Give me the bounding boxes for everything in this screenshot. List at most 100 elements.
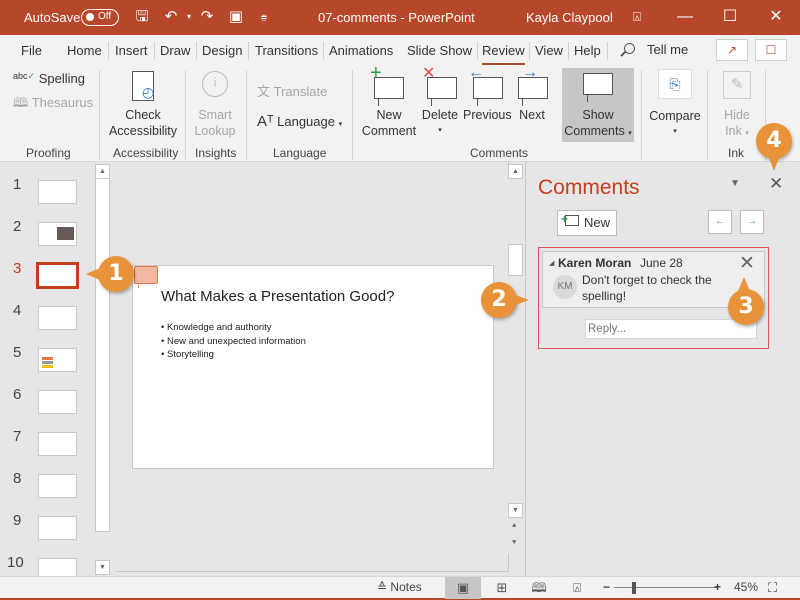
spelling-button[interactable]: abc✓ Spelling bbox=[13, 71, 85, 86]
new-comment-button[interactable]: + New Comment bbox=[359, 63, 419, 139]
zoom-level[interactable]: 45% bbox=[734, 580, 758, 594]
hide-ink-label-2: Ink bbox=[725, 124, 742, 138]
slide-thumbnail[interactable] bbox=[38, 348, 77, 372]
slide-thumbnail[interactable] bbox=[38, 222, 77, 246]
new-comment-pane-button[interactable]: New bbox=[557, 207, 617, 236]
tab-help[interactable]: Help bbox=[574, 43, 601, 58]
next-comment-pane-button[interactable]: → bbox=[740, 210, 764, 234]
slide-thumbnail[interactable] bbox=[38, 390, 77, 414]
zoom-out-button[interactable]: − bbox=[603, 580, 610, 594]
tab-review[interactable]: Review bbox=[482, 43, 525, 66]
compare-button[interactable]: ⎘ Compare ▾ bbox=[647, 69, 703, 140]
tab-transitions[interactable]: Transitions bbox=[255, 43, 318, 58]
reading-view-button[interactable]: 🕮 bbox=[521, 577, 557, 599]
redo-icon[interactable]: ↷ bbox=[198, 8, 216, 26]
group-label-accessibility: Accessibility bbox=[113, 146, 179, 160]
ribbon-display-options-icon[interactable]: ⍓ bbox=[622, 5, 652, 29]
tab-divider bbox=[196, 42, 197, 60]
customize-qat-icon[interactable]: ⩷ bbox=[255, 8, 273, 26]
slide-sorter-button[interactable]: ⊞ bbox=[484, 577, 520, 599]
fit-to-window-icon[interactable]: ⛶ bbox=[768, 580, 777, 596]
tab-animations[interactable]: Animations bbox=[329, 43, 393, 58]
tab-slide-show[interactable]: Slide Show bbox=[407, 43, 472, 58]
scrollbar-thumb[interactable] bbox=[95, 178, 110, 532]
tab-draw[interactable]: Draw bbox=[160, 43, 190, 58]
tab-design[interactable]: Design bbox=[202, 43, 242, 58]
comment-marker-icon[interactable] bbox=[134, 266, 158, 288]
collapse-thread-icon[interactable]: ◢ bbox=[549, 259, 554, 267]
hide-ink-button[interactable]: ✎ Hide Ink ▾ bbox=[714, 71, 760, 142]
slideshow-view-button[interactable]: ⍓ bbox=[559, 577, 595, 599]
tab-insert[interactable]: Insert bbox=[115, 43, 148, 58]
scroll-down-arrow[interactable]: ▼ bbox=[95, 560, 110, 575]
previous-slide-icon[interactable]: ⯅ bbox=[511, 521, 517, 531]
smart-lookup-button[interactable]: i Smart Lookup bbox=[190, 71, 240, 139]
tab-file[interactable]: File bbox=[21, 43, 42, 58]
check-accessibility-button[interactable]: ◴ Check Accessibility bbox=[107, 71, 179, 139]
slide-bullet-list[interactable]: Knowledge and authority New and unexpect… bbox=[161, 321, 306, 362]
translate-button[interactable]: 文 Translate bbox=[257, 81, 327, 100]
zoom-slider-thumb[interactable] bbox=[632, 582, 636, 594]
thumb-number: 1 bbox=[13, 176, 22, 193]
minimize-button[interactable]: — bbox=[670, 5, 700, 29]
start-slideshow-icon[interactable]: ▣ bbox=[227, 8, 245, 26]
language-button[interactable]: Aᵀ Language ▾ bbox=[257, 113, 342, 130]
normal-view-button[interactable]: ▣ bbox=[445, 577, 481, 599]
slide-canvas[interactable]: What Makes a Presentation Good? Knowledg… bbox=[132, 265, 494, 469]
zoom-in-button[interactable]: + bbox=[714, 580, 721, 594]
user-name[interactable]: Kayla Claypool bbox=[526, 10, 613, 25]
tab-divider bbox=[568, 42, 569, 60]
scroll-up-arrow[interactable]: ▲ bbox=[95, 164, 110, 179]
scroll-up-arrow[interactable]: ▲ bbox=[508, 164, 523, 179]
comments-pane: Comments ▼ ✕ New ← → ◢ Karen Moran June … bbox=[525, 162, 797, 576]
undo-icon[interactable]: ↶ bbox=[162, 8, 180, 26]
show-comments-button[interactable]: Show Comments ▾ bbox=[562, 71, 634, 142]
show-comments-label-1: Show bbox=[582, 108, 614, 122]
scroll-down-arrow[interactable]: ▼ bbox=[508, 503, 523, 518]
save-icon[interactable]: 🖫 bbox=[133, 8, 151, 26]
thumbnails-scrollbar[interactable]: ▲ ▼ bbox=[95, 164, 110, 575]
undo-dropdown-icon[interactable]: ▾ bbox=[180, 8, 198, 26]
zoom-slider[interactable] bbox=[614, 587, 718, 588]
tab-divider bbox=[108, 42, 109, 60]
pane-options-icon[interactable]: ▼ bbox=[730, 178, 740, 189]
slide-thumbnail[interactable] bbox=[38, 432, 77, 456]
maximize-button[interactable]: ☐ bbox=[715, 5, 745, 29]
search-icon bbox=[624, 43, 635, 54]
scrollbar-thumb[interactable] bbox=[508, 244, 523, 276]
slide-thumbnail-active[interactable] bbox=[36, 262, 79, 289]
chevron-down-icon: ▾ bbox=[628, 130, 632, 137]
new-label: New bbox=[584, 215, 611, 230]
thumb-number: 7 bbox=[13, 428, 22, 445]
spelling-label: Spelling bbox=[38, 71, 85, 86]
slide-thumbnail[interactable] bbox=[38, 516, 77, 540]
slide-thumbnail[interactable] bbox=[38, 558, 77, 576]
delete-comment-icon[interactable]: ✕ bbox=[739, 252, 755, 275]
slide-title[interactable]: What Makes a Presentation Good? bbox=[161, 288, 394, 305]
tab-view[interactable]: View bbox=[535, 43, 563, 58]
close-pane-icon[interactable]: ✕ bbox=[769, 174, 783, 194]
comments-toggle-button[interactable]: ☐ bbox=[755, 39, 787, 61]
tell-me-search[interactable]: Tell me bbox=[624, 42, 688, 57]
tab-divider bbox=[323, 42, 324, 60]
close-window-button[interactable]: ✕ bbox=[761, 5, 791, 29]
previous-comment-button[interactable]: ← Previous bbox=[463, 65, 512, 123]
previous-comment-pane-button[interactable]: ← bbox=[708, 210, 732, 234]
avatar: KM bbox=[553, 275, 577, 299]
slide-scrollbar[interactable]: ▲ ▼ ⯅ ⯆ bbox=[508, 164, 523, 554]
thumb-number: 5 bbox=[13, 344, 22, 361]
reply-input[interactable]: Reply... bbox=[585, 319, 757, 339]
autosave-toggle[interactable]: Off bbox=[81, 9, 119, 26]
slide-thumbnail[interactable] bbox=[38, 306, 77, 330]
group-divider bbox=[185, 70, 186, 160]
thesaurus-button[interactable]: 🕮 Thesaurus bbox=[13, 94, 93, 116]
notes-button[interactable]: ≙ Notes bbox=[377, 580, 422, 594]
slide-thumbnail[interactable] bbox=[38, 180, 77, 204]
group-label-ink: Ink bbox=[728, 146, 745, 160]
next-slide-icon[interactable]: ⯆ bbox=[511, 538, 517, 548]
next-comment-button[interactable]: → Next bbox=[514, 65, 550, 123]
slide-thumbnail[interactable] bbox=[38, 474, 77, 498]
share-button[interactable]: ↗ bbox=[716, 39, 748, 61]
tab-home[interactable]: Home bbox=[67, 43, 102, 58]
delete-comment-button[interactable]: ✕ Delete ▾ bbox=[420, 66, 460, 139]
